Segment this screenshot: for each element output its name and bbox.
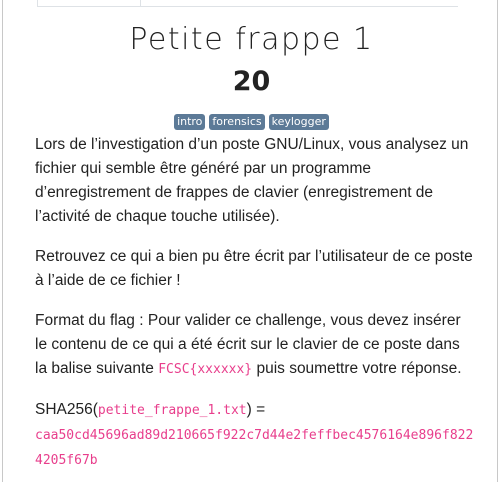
tag-intro: intro [174,114,206,130]
sha256-line: SHA256(petite_frappe_1.txt) = caa50cd4569… [35,398,475,473]
description-paragraph-1: Lors de l’investigation d’un poste GNU/L… [35,136,469,225]
sha-filename: petite_frappe_1.txt [97,403,247,418]
challenge-description: Lors de l’investigation d’un poste GNU/L… [35,133,475,489]
tab-bar [37,0,458,7]
tag-keylogger: keylogger [268,114,329,130]
challenge-title: Petite frappe 1 [129,22,374,57]
sha-suffix: ) = [246,401,266,418]
description-paragraph-2: Retrouvez ce qui a bien pu être écrit pa… [35,248,473,289]
sha-prefix: SHA256( [35,401,98,418]
tag-forensics: forensics [209,114,265,130]
flag-format-suffix: puis soumettre votre réponse. [252,360,462,377]
flag-format-code: FCSC{xxxxxx} [158,362,253,377]
tag-list: intro forensics keylogger [0,114,503,130]
tab-challenge[interactable] [37,0,141,6]
challenge-points: 20 [232,66,271,97]
description-paragraph-3: Format du flag : Pour valider ce challen… [35,309,475,382]
sha256-hash: caa50cd45696ad89d210665f922c7d44e2feffbe… [35,428,474,468]
